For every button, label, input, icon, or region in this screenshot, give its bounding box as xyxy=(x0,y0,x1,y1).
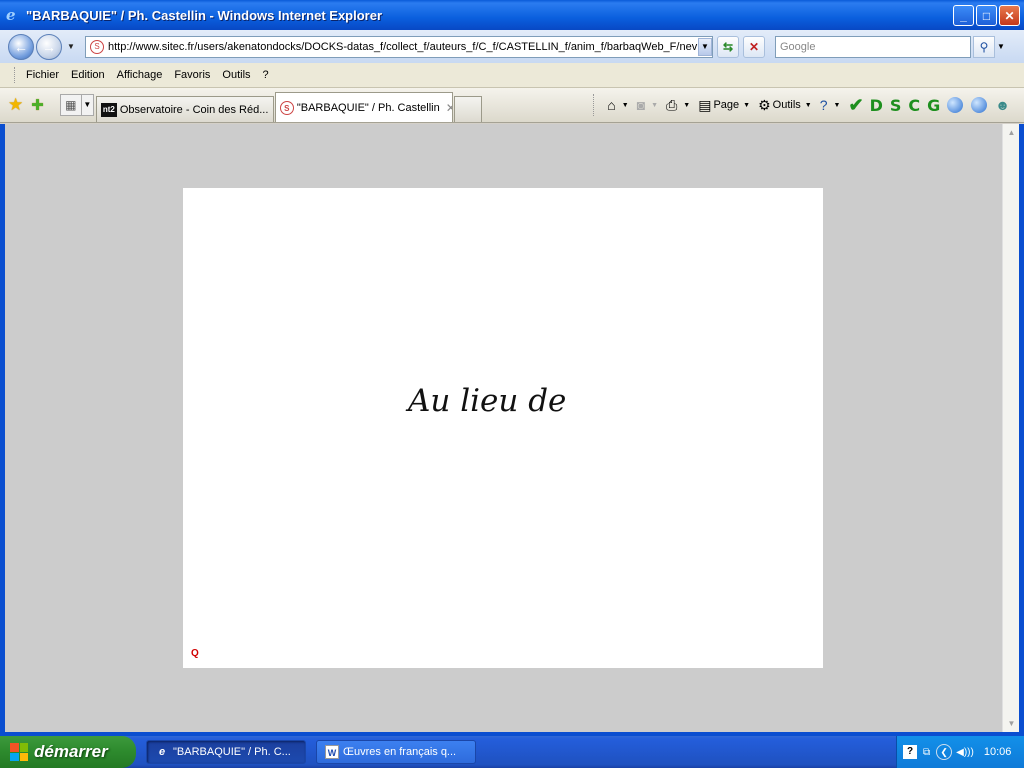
addon-g-button[interactable]: G xyxy=(927,96,940,115)
command-bar: ⌂ ▼ ◙ ▼ ⎙ ▼ ▤ Page ▼ ⚙ Outils ▼ ? ▼ ✔ D S C G ☻ xyxy=(593,92,1020,118)
start-button[interactable]: démarrer xyxy=(0,736,136,768)
site-favicon-icon: S xyxy=(90,39,104,54)
address-bar[interactable]: S http://www.sitec.fr/users/akenatondock… xyxy=(85,35,713,58)
tab-barbaquie[interactable]: S "BARBAQUIE" / Ph. Castellin ✕ xyxy=(274,92,453,122)
word-document-icon: W xyxy=(325,745,339,759)
windows-logo-icon xyxy=(10,743,28,761)
menu-fichier[interactable]: Fichier xyxy=(26,69,59,81)
vertical-scrollbar[interactable]: ▲ ▼ xyxy=(1002,124,1019,732)
taskbar: démarrer e "BARBAQUIE" / Ph. C... W Œuvr… xyxy=(0,736,1024,768)
window-controls: _ □ ✕ xyxy=(953,5,1020,26)
page-content: Au lieu de Q xyxy=(5,124,1002,732)
menu-favoris[interactable]: Favoris xyxy=(174,69,210,81)
search-input[interactable]: Google xyxy=(775,35,971,58)
page-menu-button[interactable]: ▤ Page ▼ xyxy=(698,97,750,114)
start-label: démarrer xyxy=(34,742,108,761)
spellcheck-icon[interactable]: ✔ xyxy=(848,95,863,116)
menu-bar: Fichier Edition Affichage Favoris Outils… xyxy=(0,63,1024,88)
scroll-up-icon[interactable]: ▲ xyxy=(1003,124,1020,141)
taskbar-item-label: "BARBAQUIE" / Ph. C... xyxy=(173,746,291,758)
help-button[interactable]: ? ▼ xyxy=(820,97,841,113)
slide-text: Au lieu de xyxy=(408,383,567,419)
window-titlebar[interactable]: e "BARBAQUIE" / Ph. Castellin - Windows … xyxy=(0,0,1024,30)
home-icon: ⌂ xyxy=(607,97,616,113)
toolbar-separator xyxy=(593,94,595,116)
messenger-button[interactable]: ☻ xyxy=(995,97,1012,113)
back-button[interactable]: ← xyxy=(8,33,34,60)
history-dropdown-icon[interactable]: ▼ xyxy=(65,42,77,51)
addon-s-button[interactable]: S xyxy=(890,96,902,115)
maximize-button[interactable]: □ xyxy=(976,5,997,26)
search-icon[interactable]: ⚲ xyxy=(973,35,995,58)
ie-logo-icon: e xyxy=(158,746,166,758)
nt2-favicon-icon: nt2 xyxy=(100,102,117,117)
page-label: Page xyxy=(713,99,740,111)
show-hidden-icons-icon[interactable]: ❮ xyxy=(936,744,953,760)
page-icon: ▤ xyxy=(698,96,712,113)
print-button[interactable]: ⎙ ▼ xyxy=(666,97,690,114)
corner-mark[interactable]: Q xyxy=(191,648,199,659)
messenger-icon: ☻ xyxy=(995,97,1010,113)
menu-help[interactable]: ? xyxy=(263,69,269,81)
menu-outils[interactable]: Outils xyxy=(222,69,250,81)
url-text[interactable]: http://www.sitec.fr/users/akenatondocks/… xyxy=(108,41,698,53)
stop-button[interactable]: ✕ xyxy=(743,35,765,58)
clock[interactable]: 10:06 xyxy=(984,746,1012,758)
close-window-button[interactable]: ✕ xyxy=(999,5,1020,26)
addon-c-button[interactable]: C xyxy=(908,96,920,115)
network-icon[interactable]: ⧉ xyxy=(923,747,930,758)
address-dropdown-icon[interactable]: ▼ xyxy=(698,37,712,56)
quick-tabs-icon[interactable]: ▦ xyxy=(59,94,82,116)
tab-label: "BARBAQUIE" / Ph. Castellin xyxy=(296,101,440,114)
tab-label: Observatoire - Coin des Réd... xyxy=(119,103,269,116)
add-favorite-icon[interactable]: ✚ xyxy=(31,96,44,114)
favorites-star-icon[interactable]: ★ xyxy=(8,95,23,115)
close-tab-icon[interactable]: ✕ xyxy=(446,101,452,115)
tools-menu-button[interactable]: ⚙ Outils ▼ xyxy=(758,97,812,114)
animation-slide[interactable]: Au lieu de Q xyxy=(183,188,823,668)
minimize-button[interactable]: _ xyxy=(953,5,974,26)
menu-edition[interactable]: Edition xyxy=(71,69,105,81)
window-title: "BARBAQUIE" / Ph. Castellin - Windows In… xyxy=(26,7,383,23)
ie-logo-icon: e xyxy=(6,6,16,24)
window-frame-right xyxy=(1019,124,1024,736)
menu-affichage[interactable]: Affichage xyxy=(117,69,163,81)
new-tab-button[interactable] xyxy=(453,96,482,122)
search-options-dropdown-icon[interactable]: ▼ xyxy=(997,42,1007,51)
help-tray-icon[interactable]: ? xyxy=(903,745,917,759)
addon-d-button[interactable]: D xyxy=(870,96,883,115)
tab-list-dropdown-icon[interactable]: ▼ xyxy=(81,94,94,116)
taskbar-item-word[interactable]: W Œuvres en français q... xyxy=(316,740,476,764)
tools-label: Outils xyxy=(772,99,801,111)
taskbar-item-label: Œuvres en français q... xyxy=(343,746,457,758)
scroll-down-icon[interactable]: ▼ xyxy=(1003,715,1020,732)
gear-icon: ⚙ xyxy=(758,96,771,113)
site-favicon-icon: S xyxy=(279,100,294,115)
forward-button[interactable]: → xyxy=(36,33,62,60)
volume-icon[interactable]: ◀))) xyxy=(956,747,974,758)
refresh-button[interactable]: ⇆ xyxy=(717,35,739,58)
tab-observatoire[interactable]: nt2 Observatoire - Coin des Réd... xyxy=(95,96,274,122)
rss-icon: ◙ xyxy=(636,97,646,113)
research-icon[interactable] xyxy=(971,97,988,113)
tab-bar: ★ ✚ ▦ ▼ nt2 Observatoire - Coin des Réd.… xyxy=(0,88,1024,123)
help-icon: ? xyxy=(819,97,828,113)
taskbar-item-ie[interactable]: e "BARBAQUIE" / Ph. C... xyxy=(146,740,306,764)
system-tray: ? ⧉ ❮ ◀))) 10:06 xyxy=(896,736,1024,768)
address-toolbar: ← → ▼ S http://www.sitec.fr/users/akenat… xyxy=(0,30,1024,63)
feeds-button[interactable]: ◙ ▼ xyxy=(637,97,658,113)
toolbar-grip xyxy=(14,67,17,83)
printer-icon: ⎙ xyxy=(666,96,678,113)
home-button[interactable]: ⌂ ▼ xyxy=(607,97,628,113)
globe-icon[interactable] xyxy=(947,97,964,113)
